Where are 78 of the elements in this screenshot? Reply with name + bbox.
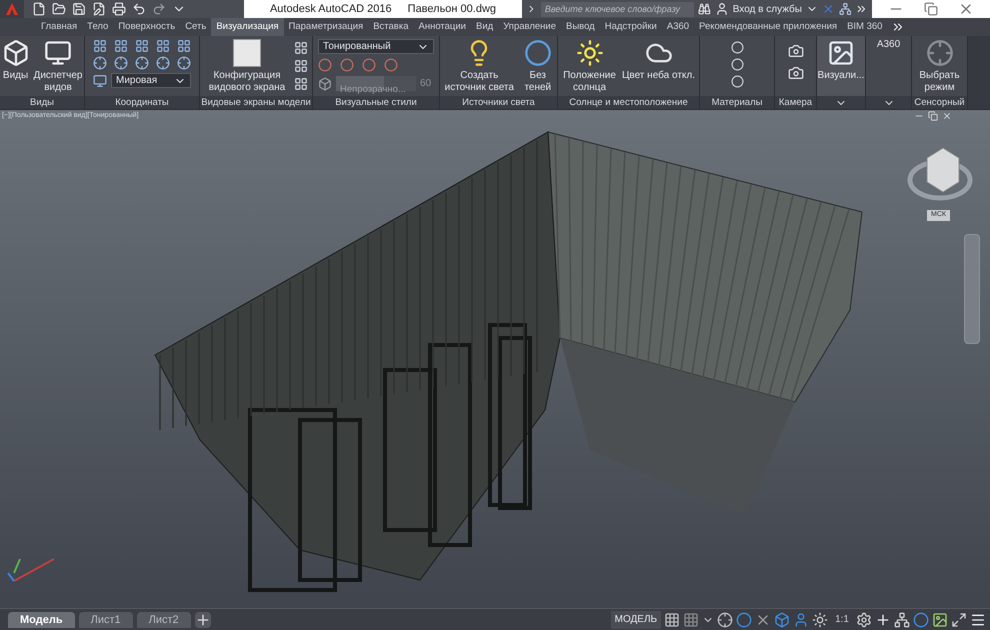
view-manager-button[interactable]: Диспетчер видов xyxy=(34,39,82,94)
panel-title[interactable]: Материалы xyxy=(712,96,762,109)
opacity-value: 60 xyxy=(420,77,432,91)
opacity-icon[interactable] xyxy=(318,76,332,90)
no-shadows-button[interactable]: Без теней xyxy=(520,39,555,94)
viewport-config-button[interactable]: Конфигурация видового экрана xyxy=(204,39,290,94)
viewport-layout-icon[interactable] xyxy=(294,77,308,91)
redo-icon[interactable] xyxy=(152,2,166,16)
menu-icon[interactable] xyxy=(970,612,986,628)
restore-icon[interactable] xyxy=(924,2,938,16)
ribbon-tab[interactable]: A360 xyxy=(662,18,694,36)
ribbon-tab[interactable]: Главная xyxy=(36,18,82,36)
model-space-button[interactable]: МОДЕЛЬ xyxy=(610,610,662,628)
grid-icon[interactable] xyxy=(664,612,680,628)
a360-button[interactable]: A360 xyxy=(868,39,908,51)
app-title: Autodesk AutoCAD 2016 xyxy=(270,2,392,17)
print-icon[interactable] xyxy=(112,2,126,16)
settings-icon[interactable] xyxy=(856,612,872,628)
ribbon-tab[interactable]: Вставка xyxy=(368,18,414,36)
close-icon[interactable] xyxy=(942,111,952,121)
views-button[interactable]: Виды xyxy=(2,39,30,82)
binoculars-icon[interactable] xyxy=(698,2,711,16)
camera-icon[interactable] xyxy=(788,65,804,81)
viewport-layout-icon[interactable] xyxy=(294,59,308,73)
save-as-icon[interactable] xyxy=(92,2,106,16)
search-field[interactable]: Введите ключевое слово/фразу xyxy=(540,2,694,16)
cube-icon xyxy=(2,39,30,67)
maximize-icon[interactable] xyxy=(951,612,967,628)
ribbon-tab[interactable]: Управление xyxy=(498,18,561,36)
ribbon-tab[interactable]: Сеть xyxy=(180,18,212,36)
create-light-button[interactable]: Создать источник света xyxy=(442,39,517,94)
user-icon xyxy=(714,2,729,16)
ribbon-tab[interactable]: Вывод xyxy=(561,18,600,36)
save-icon[interactable] xyxy=(72,2,86,16)
ribbon-tab[interactable]: Аннотации xyxy=(414,18,471,36)
undo-icon[interactable] xyxy=(132,2,146,16)
sky-color-button[interactable]: Цвет неба откл. xyxy=(622,39,696,82)
layout-tab[interactable]: Лист2 xyxy=(136,612,191,628)
ribbon-tab[interactable]: Надстройки xyxy=(600,18,662,36)
panel-title[interactable]: Визуальные стили xyxy=(335,96,417,109)
plus-icon[interactable] xyxy=(875,612,891,628)
ucs-dropdown[interactable]: Мировая xyxy=(111,73,191,88)
panel-title[interactable]: Видовые экраны модели xyxy=(201,96,311,109)
restore-icon[interactable] xyxy=(928,111,938,121)
ribbon-tab[interactable]: BIM 360 xyxy=(842,18,888,36)
ribbon-tab[interactable]: Поверхность xyxy=(113,18,180,36)
panel-title[interactable]: Камера xyxy=(778,96,812,109)
open-folder-icon[interactable] xyxy=(52,2,66,16)
render-button[interactable]: Визуали... xyxy=(818,39,864,82)
ribbon-tab[interactable]: Тело xyxy=(82,18,114,36)
add-layout-icon[interactable] xyxy=(194,612,211,628)
ribbon-tab[interactable]: Визуализация xyxy=(211,18,284,36)
layout-tab[interactable]: Модель xyxy=(8,612,75,628)
network-icon[interactable] xyxy=(838,2,852,16)
logo-icon xyxy=(6,3,18,15)
ribbon-tab[interactable]: Вид xyxy=(471,18,498,36)
sun-icon xyxy=(576,39,604,67)
ribbon-tab[interactable]: Параметризация xyxy=(284,18,368,36)
file-name: Павельон 00.dwg xyxy=(408,2,496,17)
panel-title[interactable]: Солнце и местоположение xyxy=(569,96,688,109)
panel-title[interactable]: Источники света xyxy=(462,96,535,109)
new-file-icon[interactable] xyxy=(32,2,46,16)
sign-in-button[interactable]: Вход в службы xyxy=(714,2,818,16)
viewport-icon xyxy=(233,39,261,67)
panel-title[interactable]: Виды xyxy=(30,96,54,109)
layout-tab[interactable]: Лист1 xyxy=(78,612,133,628)
viewport-layout-icon[interactable] xyxy=(294,41,308,55)
panel-title[interactable]: Координаты xyxy=(115,96,169,109)
panel-title[interactable]: Сенсорный xyxy=(914,96,965,109)
ribbon-tab[interactable]: Рекомендованные приложения xyxy=(694,18,842,36)
camera-icon[interactable] xyxy=(788,43,804,59)
crosshair-icon xyxy=(926,39,954,67)
sun-position-button[interactable]: Положение солнца xyxy=(562,39,618,94)
snap-icon[interactable] xyxy=(683,612,700,628)
view-manager-icon xyxy=(44,39,72,67)
scale-dropdown[interactable]: 1:1 xyxy=(831,612,853,627)
visual-style-dropdown[interactable]: Тонированный xyxy=(318,39,434,54)
select-mode-button[interactable]: Выбрать режим xyxy=(914,39,965,94)
